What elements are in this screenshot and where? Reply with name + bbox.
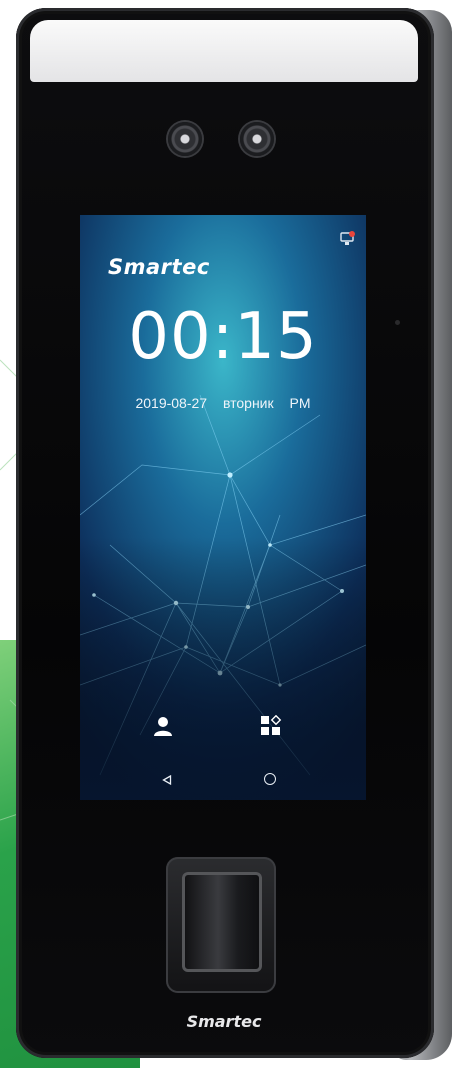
date-row: 2019-08-27 вторник PM [80,395,366,411]
top-light-bar [30,20,418,82]
fingerprint-sensor[interactable] [182,872,262,972]
touch-screen[interactable]: Smartec 00:15 2019-08-27 вторник PM [80,215,366,800]
date-text: 2019-08-27 [135,395,208,411]
weekday-text: вторник [222,395,274,411]
microphone-hole [395,320,400,325]
right-camera-lens [240,122,274,156]
bottom-brand-logo: Smartec [186,1012,262,1031]
back-triangle-icon[interactable] [162,775,172,785]
meridiem-text: PM [289,395,311,411]
network-status-icon [340,231,355,245]
clock-time: 00:15 [128,300,318,374]
user-icon[interactable] [152,715,174,737]
home-circle-icon[interactable] [264,773,276,785]
apps-menu-icon[interactable] [260,715,282,737]
left-camera-lens [168,122,202,156]
screen-brand-logo: Smartec [108,255,210,279]
